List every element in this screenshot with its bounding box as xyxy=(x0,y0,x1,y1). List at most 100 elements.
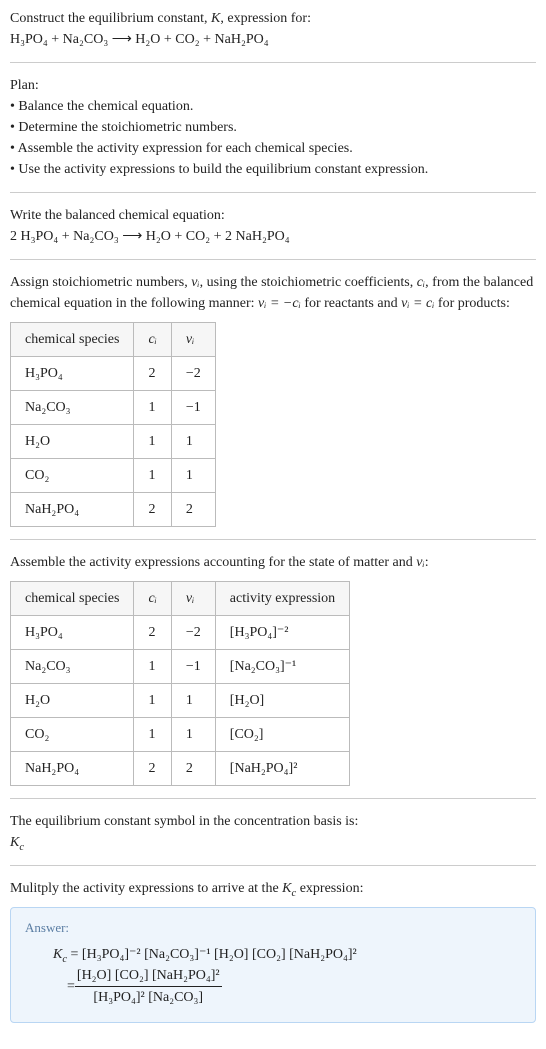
answer-fraction: [H₂O] [CO₂] [NaH₂PO₄]² [H₃PO₄]² [Na₂CO₃] xyxy=(75,965,222,1008)
divider xyxy=(10,539,536,540)
table-row: CO₂11 xyxy=(11,459,216,493)
stoich-eq1: νᵢ = −cᵢ xyxy=(258,296,301,311)
eq-reactants: H₃PO₄ + Na₂CO₃ xyxy=(10,32,108,47)
intro-line1: Construct the equilibrium constant, K, e… xyxy=(10,8,536,29)
intro-text-a: Construct the equilibrium constant, xyxy=(10,11,211,26)
cell-activity: [CO₂] xyxy=(215,718,349,752)
answer-eq: = xyxy=(67,947,82,962)
kc-k: K xyxy=(10,835,19,850)
th-activity: activity expression xyxy=(215,582,349,616)
th-nu: νᵢ xyxy=(171,582,215,616)
table-row: H₃PO₄2−2 xyxy=(11,357,216,391)
plan-bullet-4: • Use the activity expressions to build … xyxy=(10,159,536,180)
table-row: H₂O11[H₂O] xyxy=(11,684,350,718)
stoich-eq2: νᵢ = cᵢ xyxy=(401,296,434,311)
cell-nu: 2 xyxy=(171,752,215,786)
balanced-arrow: ⟶ xyxy=(119,229,146,244)
th-nu: νᵢ xyxy=(171,323,215,357)
cell-species: H₃PO₄ xyxy=(11,616,134,650)
cell-species: H₃PO₄ xyxy=(11,357,134,391)
plan-block: Plan: • Balance the chemical equation. •… xyxy=(10,75,536,180)
plan-title: Plan: xyxy=(10,75,536,96)
cell-activity: [H₂O] xyxy=(215,684,349,718)
assemble-a: Assemble the activity expressions accoun… xyxy=(10,555,416,570)
cell-ci: 2 xyxy=(134,357,171,391)
cell-species: NaH₂PO₄ xyxy=(11,493,134,527)
th-ci-var: cᵢ xyxy=(148,332,156,347)
multiply-text: Mulitply the activity expressions to arr… xyxy=(10,878,536,899)
balanced-block: Write the balanced chemical equation: 2 … xyxy=(10,205,536,247)
k-var: K xyxy=(211,11,220,26)
intro-text-b: , expression for: xyxy=(220,11,311,26)
balanced-equation: 2 H₃PO₄ + Na₂CO₃ ⟶ H₂O + CO₂ + 2 NaH₂PO₄ xyxy=(10,226,536,247)
stoich-b: , using the stoichiometric coefficients, xyxy=(200,275,417,290)
answer-den: [H₃PO₄]² [Na₂CO₃] xyxy=(75,987,222,1008)
balanced-reactants: 2 H₃PO₄ + Na₂CO₃ xyxy=(10,229,119,244)
stoich-text: Assign stoichiometric numbers, νᵢ, using… xyxy=(10,272,536,314)
table-header-row: chemical species cᵢ νᵢ activity expressi… xyxy=(11,582,350,616)
table-row: Na₂CO₃1−1[Na₂CO₃]⁻¹ xyxy=(11,650,350,684)
table-row: CO₂11[CO₂] xyxy=(11,718,350,752)
plan-bullet-1: • Balance the chemical equation. xyxy=(10,96,536,117)
table-row: NaH₂PO₄22[NaH₂PO₄]² xyxy=(11,752,350,786)
kc-symbol-block: The equilibrium constant symbol in the c… xyxy=(10,811,536,853)
answer-line1: Kc = [H₃PO₄]⁻² [Na₂CO₃]⁻¹ [H₂O] [CO₂] [N… xyxy=(53,944,521,965)
answer-content: Kc = [H₃PO₄]⁻² [Na₂CO₃]⁻¹ [H₂O] [CO₂] [N… xyxy=(53,944,521,1008)
plan-bullet-3: • Assemble the activity expression for e… xyxy=(10,138,536,159)
cell-species: CO₂ xyxy=(11,459,134,493)
divider xyxy=(10,192,536,193)
cell-species: NaH₂PO₄ xyxy=(11,752,134,786)
cell-nu: 2 xyxy=(171,493,215,527)
kc-text-line: The equilibrium constant symbol in the c… xyxy=(10,811,536,832)
table-row: H₂O11 xyxy=(11,425,216,459)
nu-var: νᵢ xyxy=(191,275,199,290)
cell-ci: 1 xyxy=(134,425,171,459)
cell-nu: −2 xyxy=(171,357,215,391)
th-species: chemical species xyxy=(11,582,134,616)
answer-eq2: = xyxy=(67,976,75,997)
balanced-title: Write the balanced chemical equation: xyxy=(10,205,536,226)
eq-arrow: ⟶ xyxy=(108,32,135,47)
balanced-products: H₂O + CO₂ + 2 NaH₂PO₄ xyxy=(146,229,290,244)
answer-line2: = [H₂O] [CO₂] [NaH₂PO₄]² [H₃PO₄]² [Na₂CO… xyxy=(53,965,521,1008)
assemble-text: Assemble the activity expressions accoun… xyxy=(10,552,536,573)
cell-species: CO₂ xyxy=(11,718,134,752)
cell-nu: −1 xyxy=(171,650,215,684)
table-row: H₃PO₄2−2[H₃PO₄]⁻² xyxy=(11,616,350,650)
stoich-e: for products: xyxy=(434,296,509,311)
table-header-row: chemical species cᵢ νᵢ xyxy=(11,323,216,357)
intro-block: Construct the equilibrium constant, K, e… xyxy=(10,8,536,50)
cell-nu: −2 xyxy=(171,616,215,650)
cell-ci: 2 xyxy=(134,752,171,786)
multiply-kc: K xyxy=(282,881,291,896)
answer-label: Answer: xyxy=(25,918,521,938)
kc-sub: c xyxy=(19,842,24,853)
cell-nu: 1 xyxy=(171,425,215,459)
th-ci: cᵢ xyxy=(134,323,171,357)
cell-species: H₂O xyxy=(11,684,134,718)
cell-species: Na₂CO₃ xyxy=(11,391,134,425)
cell-activity: [NaH₂PO₄]² xyxy=(215,752,349,786)
cell-nu: 1 xyxy=(171,718,215,752)
divider xyxy=(10,259,536,260)
cell-ci: 1 xyxy=(134,718,171,752)
th-ci: cᵢ xyxy=(134,582,171,616)
cell-ci: 1 xyxy=(134,391,171,425)
cell-ci: 2 xyxy=(134,493,171,527)
stoich-table: chemical species cᵢ νᵢ H₃PO₄2−2 Na₂CO₃1−… xyxy=(10,322,216,527)
cell-activity: [H₃PO₄]⁻² xyxy=(215,616,349,650)
divider xyxy=(10,62,536,63)
cell-activity: [Na₂CO₃]⁻¹ xyxy=(215,650,349,684)
multiply-a: Mulitply the activity expressions to arr… xyxy=(10,881,282,896)
divider xyxy=(10,798,536,799)
assemble-nu: νᵢ xyxy=(416,555,424,570)
cell-ci: 1 xyxy=(134,459,171,493)
intro-equation: H₃PO₄ + Na₂CO₃ ⟶ H₂O + CO₂ + NaH₂PO₄ xyxy=(10,29,536,50)
cell-nu: −1 xyxy=(171,391,215,425)
cell-species: Na₂CO₃ xyxy=(11,650,134,684)
ci-var: cᵢ xyxy=(417,275,425,290)
th-species: chemical species xyxy=(11,323,134,357)
cell-ci: 1 xyxy=(134,650,171,684)
activity-table: chemical species cᵢ νᵢ activity expressi… xyxy=(10,581,350,786)
th-nu-var: νᵢ xyxy=(186,332,194,347)
